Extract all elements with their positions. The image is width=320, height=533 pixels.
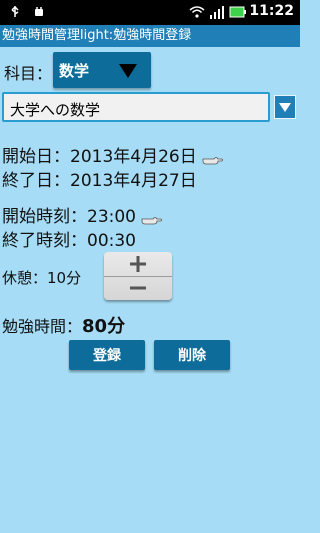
rest-label: 休憩： [2,269,48,287]
subject-value: 数学 [59,62,90,80]
rest-row: 休憩：10分 [2,267,81,288]
start-time-row: 開始時刻：23:00 [2,202,163,227]
register-label: 登録 [93,348,121,364]
rest-value: 10分 [47,269,82,287]
register-button[interactable]: 登録 [69,340,145,370]
subject-dropdown-button[interactable]: 数学 [53,52,151,88]
usb-icon [8,4,22,18]
study-time-row: 勉強時間：80分 [2,312,125,338]
material-value: 大学への数学 [10,101,101,119]
study-time-label: 勉強時間： [2,317,83,336]
minus-icon [130,286,146,290]
start-date-value[interactable]: 2013年4月26日 [70,147,197,167]
end-date-label: 終了日： [2,171,70,191]
end-time-label: 終了時刻： [2,231,87,251]
app-title-bar: 勉強時間管理light:勉強時間登録 [0,25,300,47]
battery-icon [229,4,247,18]
start-time-label: 開始時刻： [2,207,87,227]
status-bar: 11:22 [0,0,300,25]
chevron-down-icon [119,64,137,78]
material-field[interactable]: 大学への数学 [2,92,270,122]
decrement-button[interactable] [104,276,172,300]
subject-label: 科目： [4,64,53,83]
delete-label: 削除 [178,348,206,364]
android-debug-icon [32,4,46,18]
start-date-label: 開始日： [2,147,70,167]
end-time-value[interactable]: 00:30 [87,231,136,251]
start-time-value[interactable]: 23:00 [87,207,136,227]
end-time-row: 終了時刻：00:30 [2,226,136,251]
chevron-down-icon [279,103,291,112]
wifi-icon [189,4,205,18]
increment-button[interactable] [104,252,172,277]
end-date-value[interactable]: 2013年4月27日 [70,171,197,191]
pointing-hand-icon[interactable] [202,151,224,165]
pointing-hand-icon[interactable] [141,211,163,225]
start-date-row: 開始日：2013年4月26日 [2,142,224,167]
delete-button[interactable]: 削除 [154,340,230,370]
signal-icon [209,4,225,19]
end-date-row: 終了日：2013年4月27日 [2,166,197,191]
rest-stepper [104,252,172,300]
plus-icon [130,256,146,272]
study-time-value: 80分 [82,316,126,337]
status-time: 11:22 [249,3,294,19]
material-dropdown-button[interactable] [274,95,296,119]
app-title: 勉強時間管理light:勉強時間登録 [2,28,192,43]
